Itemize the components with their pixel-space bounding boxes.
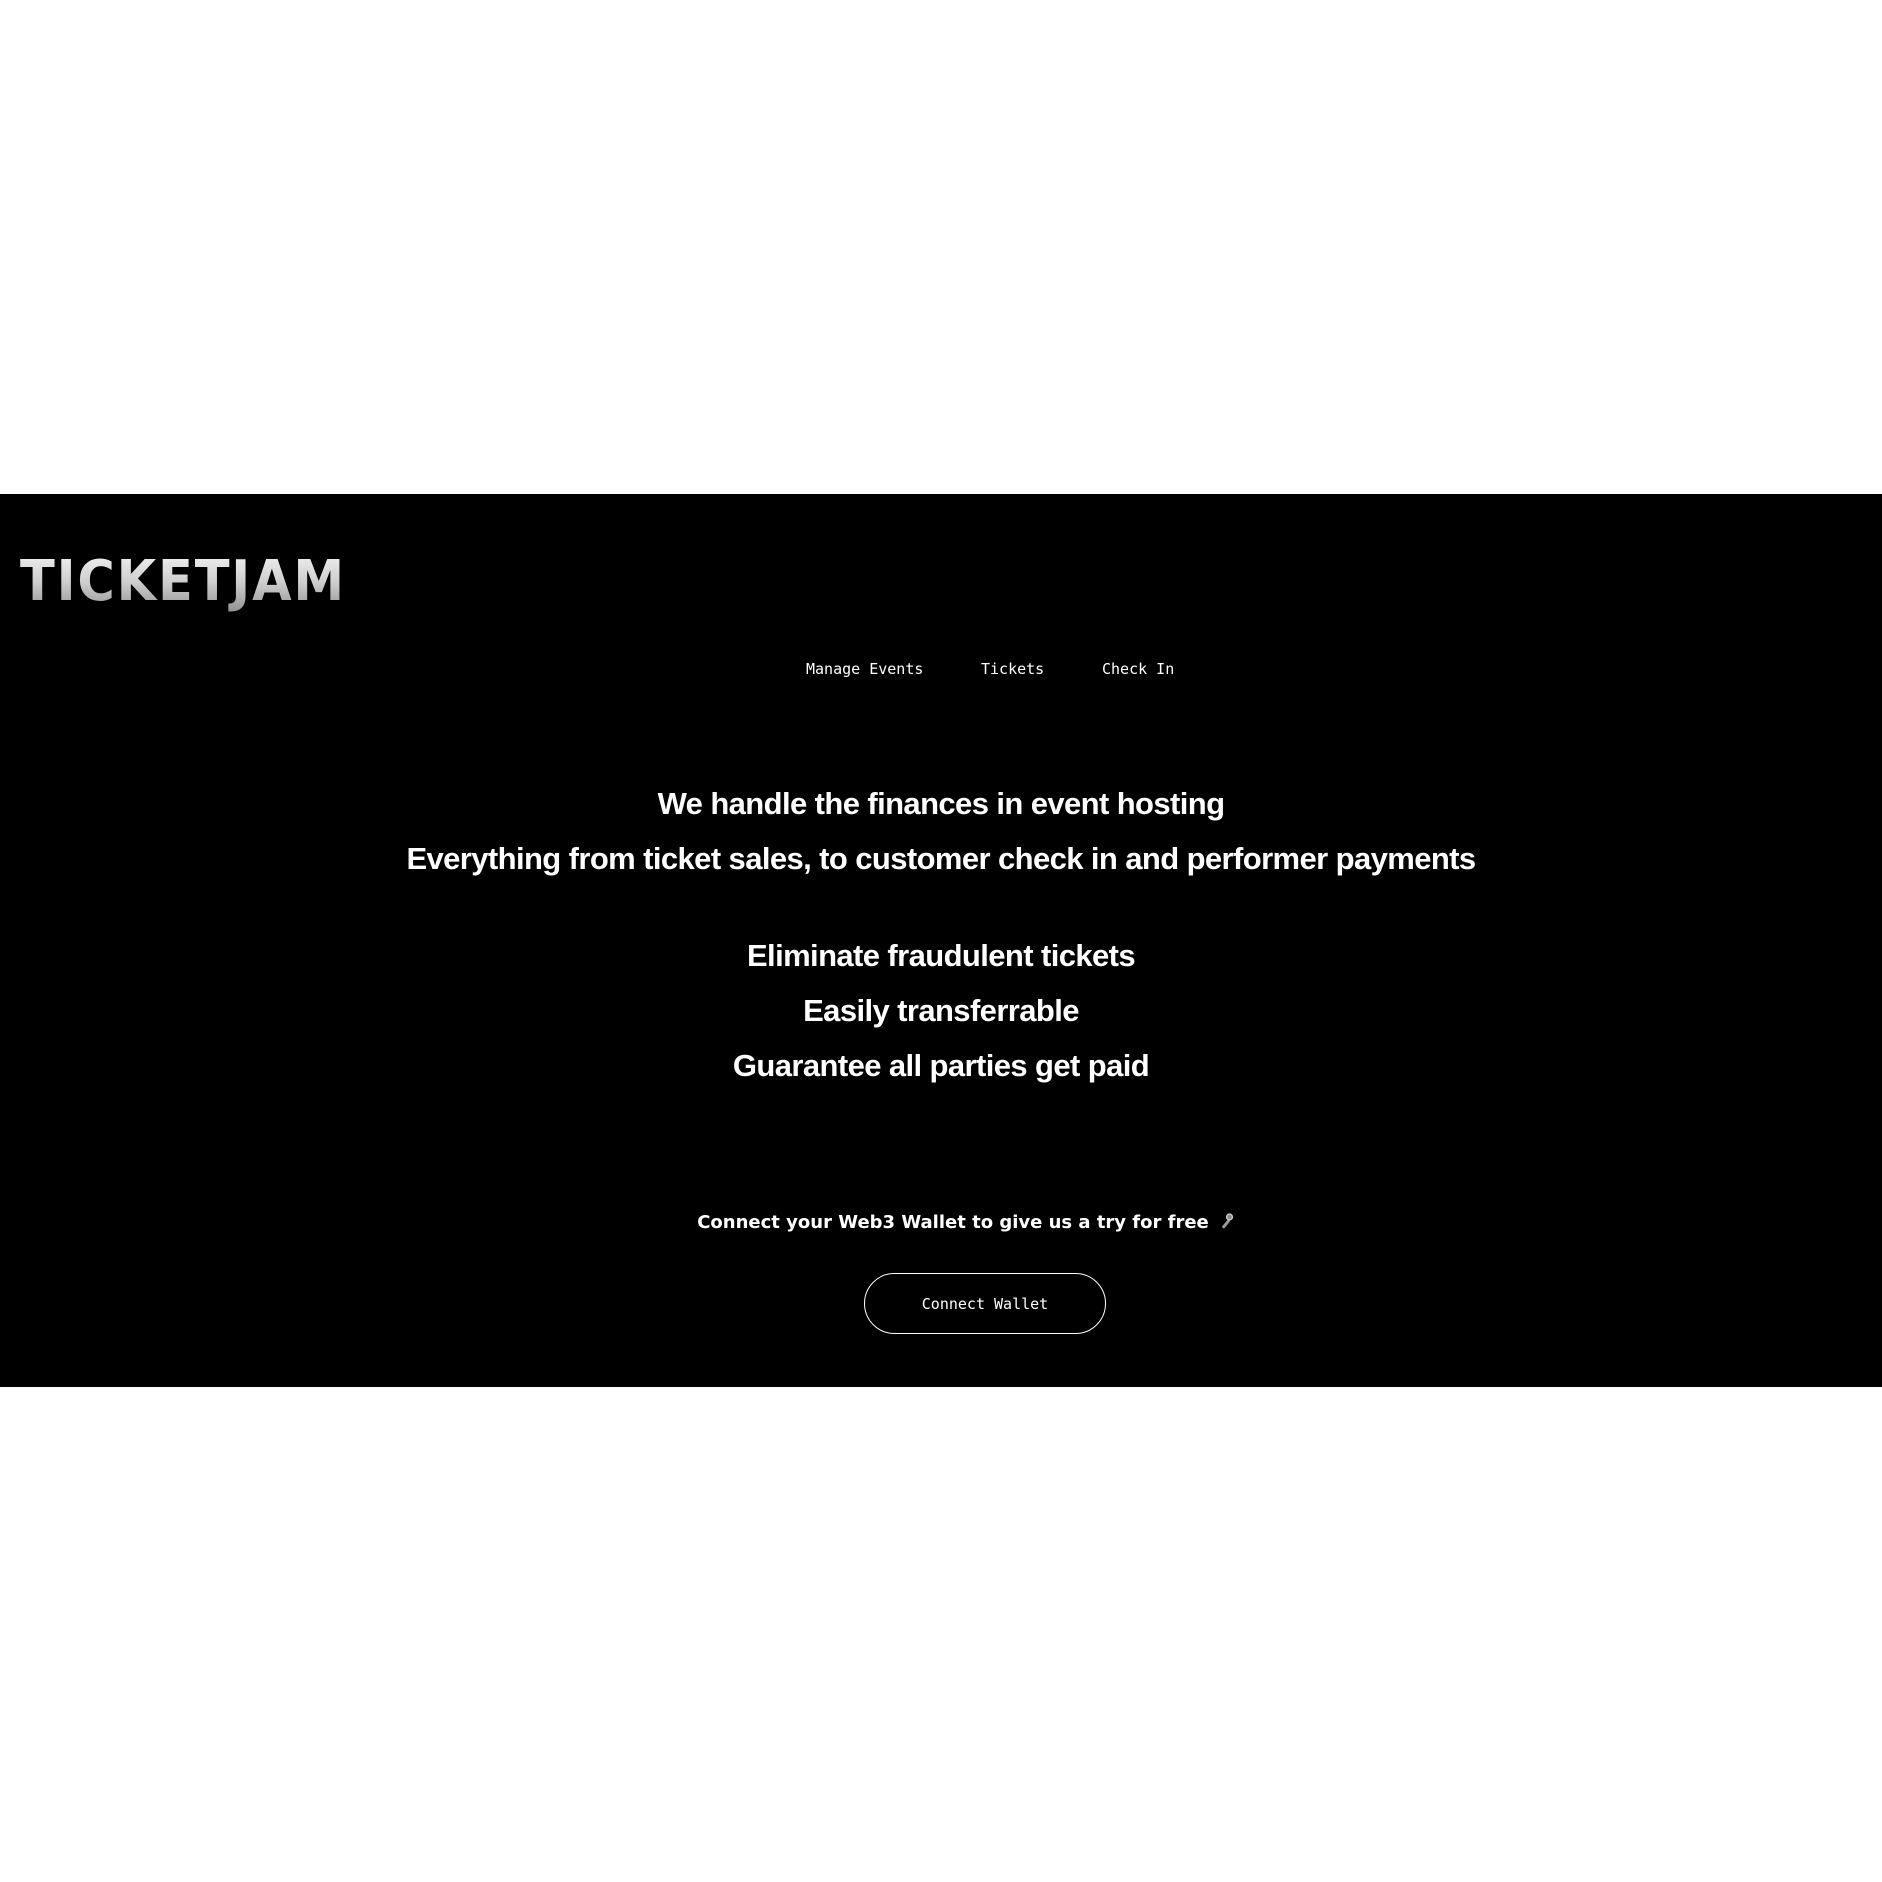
feature-item: Eliminate fraudulent tickets xyxy=(746,938,1136,973)
nav-tickets[interactable]: Tickets xyxy=(981,654,1044,684)
cta-message: Connect your Web3 Wallet to give us a tr… xyxy=(0,1212,1882,1233)
nav-manage-events[interactable]: Manage Events xyxy=(806,654,923,684)
feature-item: Easily transferrable xyxy=(803,993,1079,1028)
microphone-icon xyxy=(1217,1212,1235,1230)
nav-check-in[interactable]: Check In xyxy=(1102,654,1174,684)
hero-subheadline: Everything from ticket sales, to custome… xyxy=(406,841,1476,876)
ticketjam-logo[interactable]: TICKETJAM xyxy=(20,550,350,614)
cta-text: Connect your Web3 Wallet to give us a tr… xyxy=(697,1212,1209,1233)
feature-item: Guarantee all parties get paid xyxy=(732,1048,1150,1083)
logo-text: TICKETJAM xyxy=(20,550,346,614)
logo-graphic: TICKETJAM xyxy=(20,550,346,614)
connect-wallet-button[interactable]: Connect Wallet xyxy=(864,1273,1106,1334)
hero-headline: We handle the finances in event hosting xyxy=(657,786,1225,821)
main-nav: Manage Events Tickets Check In xyxy=(0,654,1882,684)
app-container: TICKETJAM Manage Events Tickets Check In… xyxy=(0,494,1882,1387)
page: TICKETJAM Manage Events Tickets Check In… xyxy=(0,0,1882,1882)
